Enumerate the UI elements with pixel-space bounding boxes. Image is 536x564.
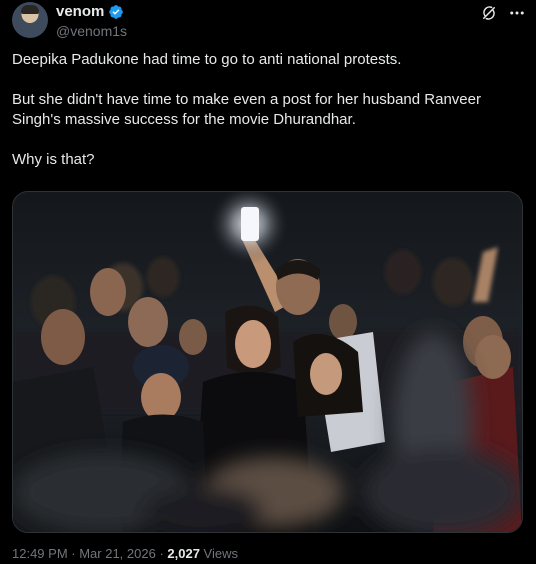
verified-badge-icon	[109, 4, 124, 19]
author-handle[interactable]: @venom1s	[56, 23, 127, 39]
avatar-hair	[21, 5, 39, 14]
views-count[interactable]: 2,027	[167, 546, 200, 561]
grok-icon[interactable]	[480, 4, 498, 22]
tweet: venom @venom1s Deepika Padukone had time…	[0, 0, 536, 564]
avatar[interactable]	[12, 2, 48, 38]
tweet-paragraph-3: Why is that?	[12, 151, 95, 168]
author-name-row: venom	[56, 3, 124, 20]
tweet-meta: 12:49 PM · Mar 21, 2026 · 2,027 Views	[12, 546, 238, 561]
tweet-date[interactable]: Mar 21, 2026	[79, 546, 156, 561]
tweet-text: Deepika Padukone had time to go to anti …	[12, 50, 522, 190]
top-actions	[480, 4, 526, 22]
author-name[interactable]: venom	[56, 3, 104, 20]
crowd-photo	[13, 192, 522, 532]
tweet-photo[interactable]	[12, 191, 523, 533]
tweet-time[interactable]: 12:49 PM	[12, 546, 68, 561]
views-label: Views	[199, 546, 238, 561]
meta-separator: ·	[67, 546, 80, 561]
tweet-paragraph-2: But she didn't have time to make even a …	[12, 91, 481, 128]
tweet-paragraph-1: Deepika Padukone had time to go to anti …	[12, 51, 402, 68]
more-icon[interactable]	[508, 4, 526, 22]
meta-separator: ·	[155, 546, 168, 561]
